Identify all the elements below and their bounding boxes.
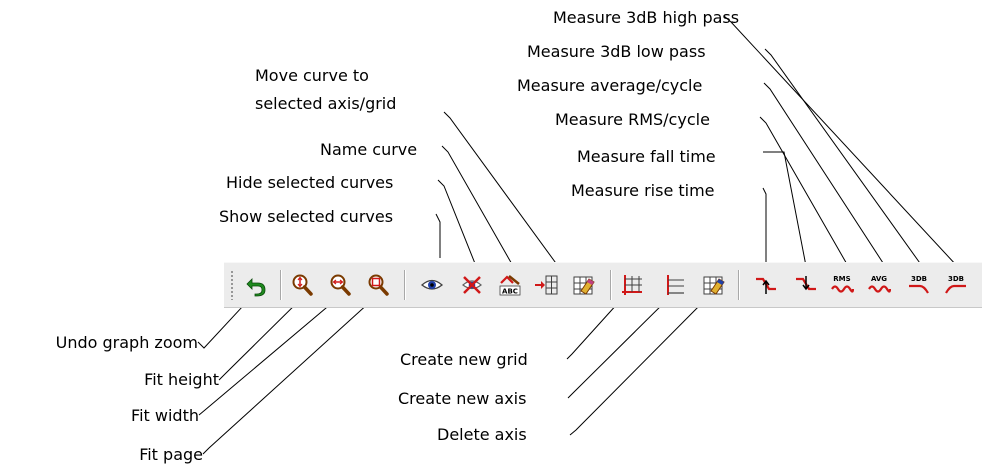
abc-label-icon: ABC: [499, 275, 521, 296]
hide-selected-curves-button[interactable]: [460, 273, 484, 297]
label-delete-axis: Delete axis: [437, 425, 527, 444]
rise-edge-icon: [756, 277, 776, 294]
measure-3db-low-pass-button[interactable]: 3DB: [907, 273, 931, 297]
highpass-icon-label: 3DB: [948, 275, 964, 283]
undo-graph-zoom-button[interactable]: [244, 273, 268, 297]
avg-icon-label: AVG: [871, 275, 887, 283]
delete-grid-button[interactable]: [572, 273, 596, 297]
measure-fall-time-button[interactable]: [794, 273, 818, 297]
rms-icon-label: RMS: [833, 275, 850, 283]
magnifier-box-icon: [368, 274, 389, 296]
axis-eraser-icon: [703, 276, 725, 295]
grid-icon: [622, 275, 642, 295]
measure-3db-high-pass-button[interactable]: 3DB: [944, 273, 968, 297]
label-name-curve: Name curve: [320, 140, 418, 159]
label-move-curve-line1: Move curve to: [255, 66, 369, 85]
label-hide-selected-curves: Hide selected curves: [226, 173, 394, 192]
axis-icon: [667, 275, 684, 295]
label-undo-graph-zoom: Undo graph zoom: [55, 333, 198, 352]
label-measure-rms-cycle: Measure RMS/cycle: [555, 110, 710, 129]
lowpass-icon: 3DB: [909, 275, 929, 294]
fit-height-button[interactable]: [290, 273, 314, 297]
move-curve-to-axis-button[interactable]: [534, 273, 558, 297]
magnifier-vertical-icon: [292, 274, 313, 296]
measure-rms-cycle-button[interactable]: RMS: [830, 273, 854, 297]
grid-eraser-icon: [573, 276, 595, 295]
svg-text:ABC: ABC: [502, 288, 518, 296]
show-selected-curves-button[interactable]: [420, 273, 444, 297]
label-fit-height: Fit height: [144, 370, 219, 389]
arrow-to-grid-icon: [535, 275, 558, 295]
label-measure-3db-high-pass: Measure 3dB high pass: [553, 8, 740, 27]
toolbar-separator: [280, 270, 281, 300]
label-fit-width: Fit width: [131, 406, 199, 425]
label-measure-average-cycle: Measure average/cycle: [517, 76, 703, 95]
fit-width-button[interactable]: [328, 273, 352, 297]
undo-arrow-icon: [246, 278, 266, 297]
label-move-curve-line2: selected axis/grid: [255, 94, 397, 113]
create-new-axis-button[interactable]: [662, 273, 686, 297]
toolbar-separator: [610, 270, 611, 300]
measure-rise-time-button[interactable]: [754, 273, 778, 297]
label-fit-page: Fit page: [139, 445, 203, 464]
label-measure-3db-low-pass: Measure 3dB low pass: [527, 42, 706, 61]
highpass-icon: 3DB: [945, 275, 966, 294]
delete-axis-button[interactable]: [702, 273, 726, 297]
label-measure-rise-time: Measure rise time: [571, 181, 715, 200]
rms-wave-icon: RMS: [831, 275, 854, 293]
eye-icon: [420, 279, 444, 290]
toolbar-separator: [404, 270, 405, 300]
avg-wave-icon: AVG: [868, 275, 891, 293]
magnifier-horizontal-icon: [330, 274, 351, 296]
label-measure-fall-time: Measure fall time: [577, 147, 716, 166]
graph-toolbar: ABC RMS AVG 3DB 3DB: [224, 262, 982, 308]
label-create-new-grid: Create new grid: [400, 350, 528, 369]
toolbar-separator: [738, 270, 739, 300]
label-create-new-axis: Create new axis: [398, 389, 527, 408]
toolbar-grip-handle[interactable]: [230, 270, 234, 300]
fall-edge-icon: [796, 276, 816, 291]
label-show-selected-curves: Show selected curves: [219, 207, 394, 226]
lowpass-icon-label: 3DB: [911, 275, 927, 283]
name-curve-button[interactable]: ABC: [498, 273, 522, 297]
measure-average-cycle-button[interactable]: AVG: [867, 273, 891, 297]
fit-page-button[interactable]: [366, 273, 390, 297]
create-new-grid-button[interactable]: [620, 273, 644, 297]
eye-crossed-icon: [462, 276, 482, 294]
